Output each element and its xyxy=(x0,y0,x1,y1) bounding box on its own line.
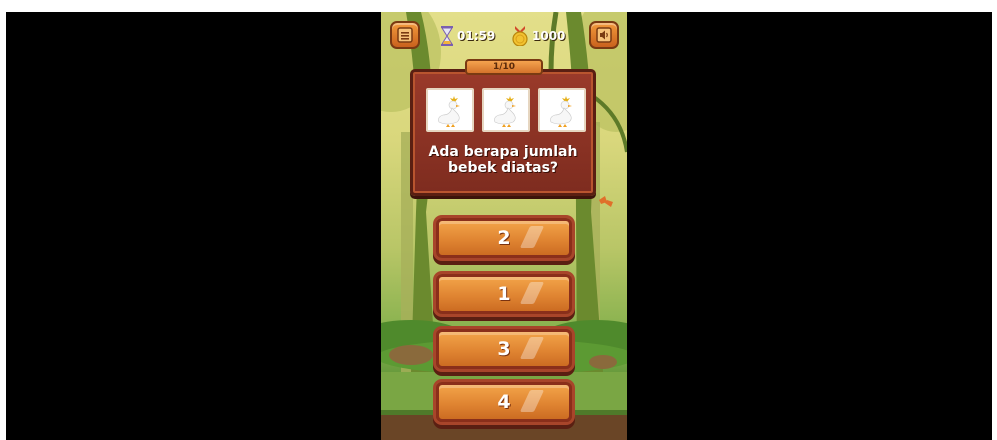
answer-label: 4 xyxy=(497,391,511,413)
sound-button[interactable] xyxy=(589,21,619,49)
question-images xyxy=(426,88,586,132)
frame-top-border xyxy=(0,0,997,12)
menu-button[interactable] xyxy=(390,21,420,49)
duck-icon xyxy=(438,96,460,127)
coin-display: 1000 xyxy=(512,25,565,47)
button-shine xyxy=(519,282,545,304)
answer-button[interactable]: 2 xyxy=(436,218,572,258)
answer-label: 3 xyxy=(497,338,511,360)
question-text: Ada berapa jumlah bebek diatas? xyxy=(428,144,578,176)
duck-icon xyxy=(494,96,516,127)
answer-button[interactable]: 3 xyxy=(436,329,572,369)
answer-button[interactable]: 1 xyxy=(436,274,572,314)
answer-label: 1 xyxy=(497,283,511,305)
question-board: Ada berapa jumlah bebek diatas? xyxy=(410,69,596,196)
duck-image xyxy=(426,88,474,132)
button-shine xyxy=(519,337,545,359)
duck-image xyxy=(482,88,530,132)
answer-button[interactable]: 4 xyxy=(436,382,572,422)
coin-value: 1000 xyxy=(532,29,566,43)
hud-bar: 01:59 1000 xyxy=(381,12,627,58)
answer-label: 2 xyxy=(497,227,511,249)
coin-icon xyxy=(512,26,528,46)
button-shine xyxy=(519,226,545,248)
speaker-icon xyxy=(596,27,612,43)
menu-icon xyxy=(397,27,413,43)
button-shine xyxy=(519,390,545,412)
game-screen: 01:59 1000 Ada berapa jumlah bebek diata… xyxy=(381,12,627,440)
timer-value: 01:59 xyxy=(457,29,496,43)
hourglass-icon xyxy=(441,26,453,46)
timer-display: 01:59 xyxy=(441,25,495,47)
duck-image xyxy=(538,88,586,132)
duck-icon xyxy=(550,96,572,127)
frame-right-border xyxy=(992,0,997,440)
question-counter: 1/10 xyxy=(465,59,543,75)
frame-left-border xyxy=(0,0,6,440)
